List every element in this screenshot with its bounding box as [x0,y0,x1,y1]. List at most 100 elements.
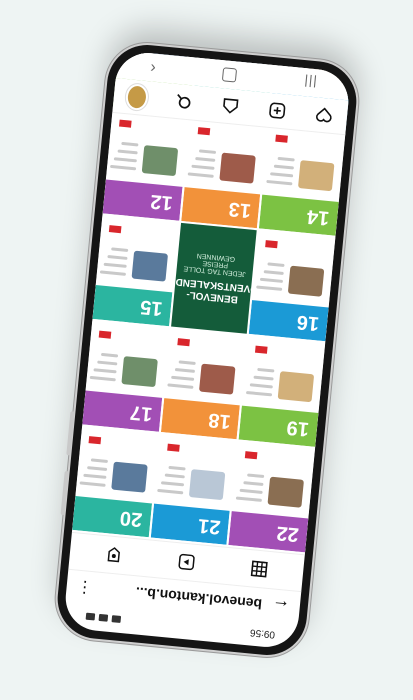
text-placeholder-line [160,481,184,487]
benevol-logo [264,240,278,249]
status-time: 09:56 [249,626,276,641]
text-placeholder-line [82,473,106,479]
advent-day-number: 21 [196,514,221,539]
back-chevron-icon[interactable]: ‹ [149,58,156,76]
text-placeholder-line [116,149,137,155]
recents-icon[interactable]: ||| [302,75,317,91]
text-placeholder-line [269,172,293,178]
post-tile[interactable]: 19 [238,335,325,447]
post-photo [287,265,324,297]
post-tile[interactable]: 16 [248,230,335,342]
tagged-icon[interactable] [102,543,126,567]
text-placeholder-line [239,488,263,494]
phone-device: 09:56 ← benevol.kanton.b... ⋮ 22 21 20 19 18 [53,41,360,659]
post-photo [120,356,158,388]
post-tile[interactable]: BENEVOL-ADVENTSKALENDER JEDEN TAG TOLLE P… [170,222,257,334]
text-placeholder-line [235,496,262,502]
post-tile[interactable]: 12 [102,109,189,221]
post-photo [188,469,226,501]
benevol-logo [98,330,111,339]
post-photo [130,250,168,282]
benevol-logo [196,127,210,136]
benevol-logo [166,443,179,452]
home-icon[interactable] [218,94,242,118]
post-photo [277,371,314,403]
text-placeholder-line [249,383,273,389]
text-placeholder-line [242,481,264,487]
text-placeholder-line [157,488,184,495]
advent-day-number: 14 [305,205,330,230]
more-vertical-icon[interactable]: ⋮ [75,577,93,598]
advent-day-number: 22 [275,521,300,546]
text-placeholder-line [255,285,282,291]
status-icons [85,613,121,624]
text-placeholder-line [78,481,105,487]
advent-day-number: 20 [118,506,143,531]
add-square-icon[interactable] [265,99,289,123]
text-placeholder-line [89,458,108,463]
advent-day-number: 19 [285,416,310,441]
advent-day-number: 13 [227,197,252,222]
text-placeholder-line [86,466,107,471]
reels-icon[interactable] [174,550,198,574]
text-placeholder-line [110,247,128,252]
benevol-logo [254,345,268,354]
post-tile[interactable]: 17 [81,320,169,432]
text-placeholder-line [88,375,116,382]
advent-day-number: 17 [128,400,153,425]
advent-day-number: 12 [148,189,174,214]
wifi-icon [97,614,108,623]
post-tile[interactable]: 21 [149,433,237,545]
text-placeholder-line [273,164,294,170]
home-button-icon[interactable] [221,67,237,83]
search-icon[interactable] [171,90,195,114]
avatar[interactable] [124,83,150,112]
post-tile[interactable]: 15 [91,215,179,327]
text-placeholder-line [120,141,138,147]
advent-day-number: 18 [206,408,232,433]
post-photo [297,160,334,192]
text-placeholder-line [170,375,195,381]
grid-icon[interactable] [246,557,270,581]
text-placeholder-line [259,277,283,283]
text-placeholder-line [92,368,116,374]
text-placeholder-line [191,164,215,170]
text-placeholder-line [205,51,226,57]
text-placeholder-line [263,270,284,275]
text-placeholder-line [96,360,117,366]
phone-screen: 09:56 ← benevol.kanton.b... ⋮ 22 21 20 19 18 [62,50,351,650]
post-tile[interactable]: 22 [228,441,315,553]
text-placeholder-line [194,157,216,162]
post-tile[interactable]: 18 [160,328,247,440]
post-tile[interactable]: 13 [180,117,267,229]
post-photo [219,152,256,184]
post-photo [140,145,178,177]
text-placeholder-line [106,255,127,260]
advent-day-number: 15 [138,295,163,320]
benevol-logo [244,451,258,460]
text-placeholder-line [167,383,194,389]
text-placeholder-line [283,59,304,64]
advent-day-number: 16 [295,310,320,335]
arrow-left-icon[interactable]: ← [270,595,290,618]
volume-button [60,470,69,516]
text-placeholder-line [256,367,274,373]
text-placeholder-line [164,473,185,479]
text-placeholder-line [109,164,136,171]
text-placeholder-line [187,172,214,178]
benevol-logo [88,436,101,445]
power-button [65,411,74,456]
heart-icon[interactable] [311,103,335,127]
text-placeholder-line [265,179,292,186]
benevol-logo [176,338,190,347]
battery-icon [85,613,95,621]
text-placeholder-line [174,368,195,373]
text-placeholder-line [100,352,118,358]
text-placeholder-line [266,262,285,268]
text-placeholder-line [246,473,264,479]
text-placeholder-line [245,390,272,397]
text-placeholder-line [112,157,137,163]
post-tile[interactable]: 14 [258,124,346,236]
post-tile[interactable]: 20 [71,426,158,538]
post-photo [266,476,304,508]
